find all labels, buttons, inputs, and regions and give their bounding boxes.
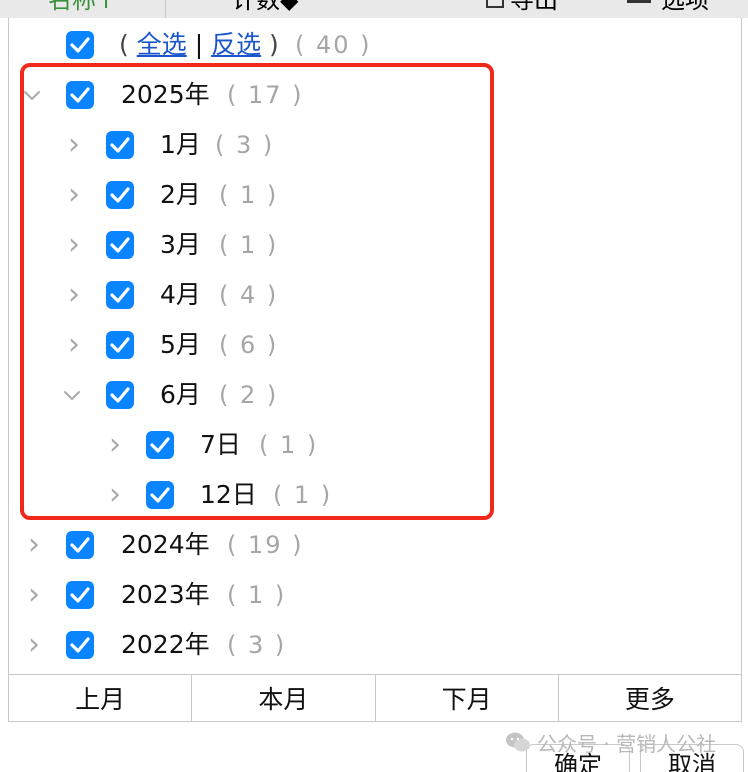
chevron-right-icon[interactable]: [23, 632, 45, 658]
tree-node-year-2023[interactable]: 2023年 ( 1 ): [9, 570, 709, 620]
name-column-sort[interactable]: 名称↑: [48, 0, 116, 14]
last-month-button[interactable]: 上月: [9, 675, 193, 721]
select-all-links: ( 全选 | 反选 ): [119, 29, 279, 61]
count-column-sort[interactable]: 计数◆: [232, 0, 298, 14]
paren-open: (: [119, 30, 129, 59]
select-all-link[interactable]: 全选: [137, 30, 187, 59]
watermark-text: 公众号 · 营销人公社: [537, 731, 717, 756]
checkmark-icon: [70, 37, 90, 53]
year-2024-count: ( 19 ): [227, 531, 304, 559]
header-divider: [165, 0, 166, 18]
options-icon: [627, 0, 651, 3]
export-label: 导出: [510, 0, 558, 14]
paren-close: ): [269, 30, 279, 59]
year-2023-count: ( 1 ): [227, 581, 287, 609]
chevron-right-icon[interactable]: [23, 582, 45, 608]
more-button[interactable]: 更多: [558, 675, 741, 721]
year-2024-label: 2024年: [121, 530, 210, 559]
options-button[interactable]: 选项: [627, 0, 709, 14]
total-count: ( 40 ): [295, 31, 372, 59]
year-2022-checkbox[interactable]: [66, 631, 94, 659]
wechat-icon: [505, 731, 531, 753]
checkmark-icon: [70, 537, 90, 553]
year-2023-checkbox[interactable]: [66, 581, 94, 609]
checkmark-icon: [70, 587, 90, 603]
highlight-box: [20, 63, 494, 520]
next-month-button[interactable]: 下月: [375, 675, 559, 721]
year-2023-label: 2023年: [121, 580, 210, 609]
watermark: 公众号 · 营销人公社: [505, 728, 716, 756]
quick-filter-bar: 上月 本月 下月 更多: [8, 674, 742, 722]
this-month-button[interactable]: 本月: [192, 675, 376, 721]
tree-node-year-2022[interactable]: 2022年 ( 3 ): [9, 620, 709, 670]
year-2022-count: ( 3 ): [227, 631, 287, 659]
checkmark-icon: [70, 637, 90, 653]
select-all-checkbox[interactable]: [66, 31, 94, 59]
year-2022-label: 2022年: [121, 630, 210, 659]
column-header-bar: 名称↑ 计数◆ 导出 选项: [0, 0, 748, 18]
tree-node-year-2024[interactable]: 2024年 ( 19 ): [9, 520, 709, 570]
year-2024-checkbox[interactable]: [66, 531, 94, 559]
invert-selection-link[interactable]: 反选: [211, 30, 261, 59]
chevron-right-icon[interactable]: [23, 532, 45, 558]
options-label: 选项: [661, 0, 709, 14]
export-button[interactable]: 导出: [486, 0, 558, 14]
link-divider: |: [194, 30, 204, 59]
export-icon: [486, 0, 504, 8]
